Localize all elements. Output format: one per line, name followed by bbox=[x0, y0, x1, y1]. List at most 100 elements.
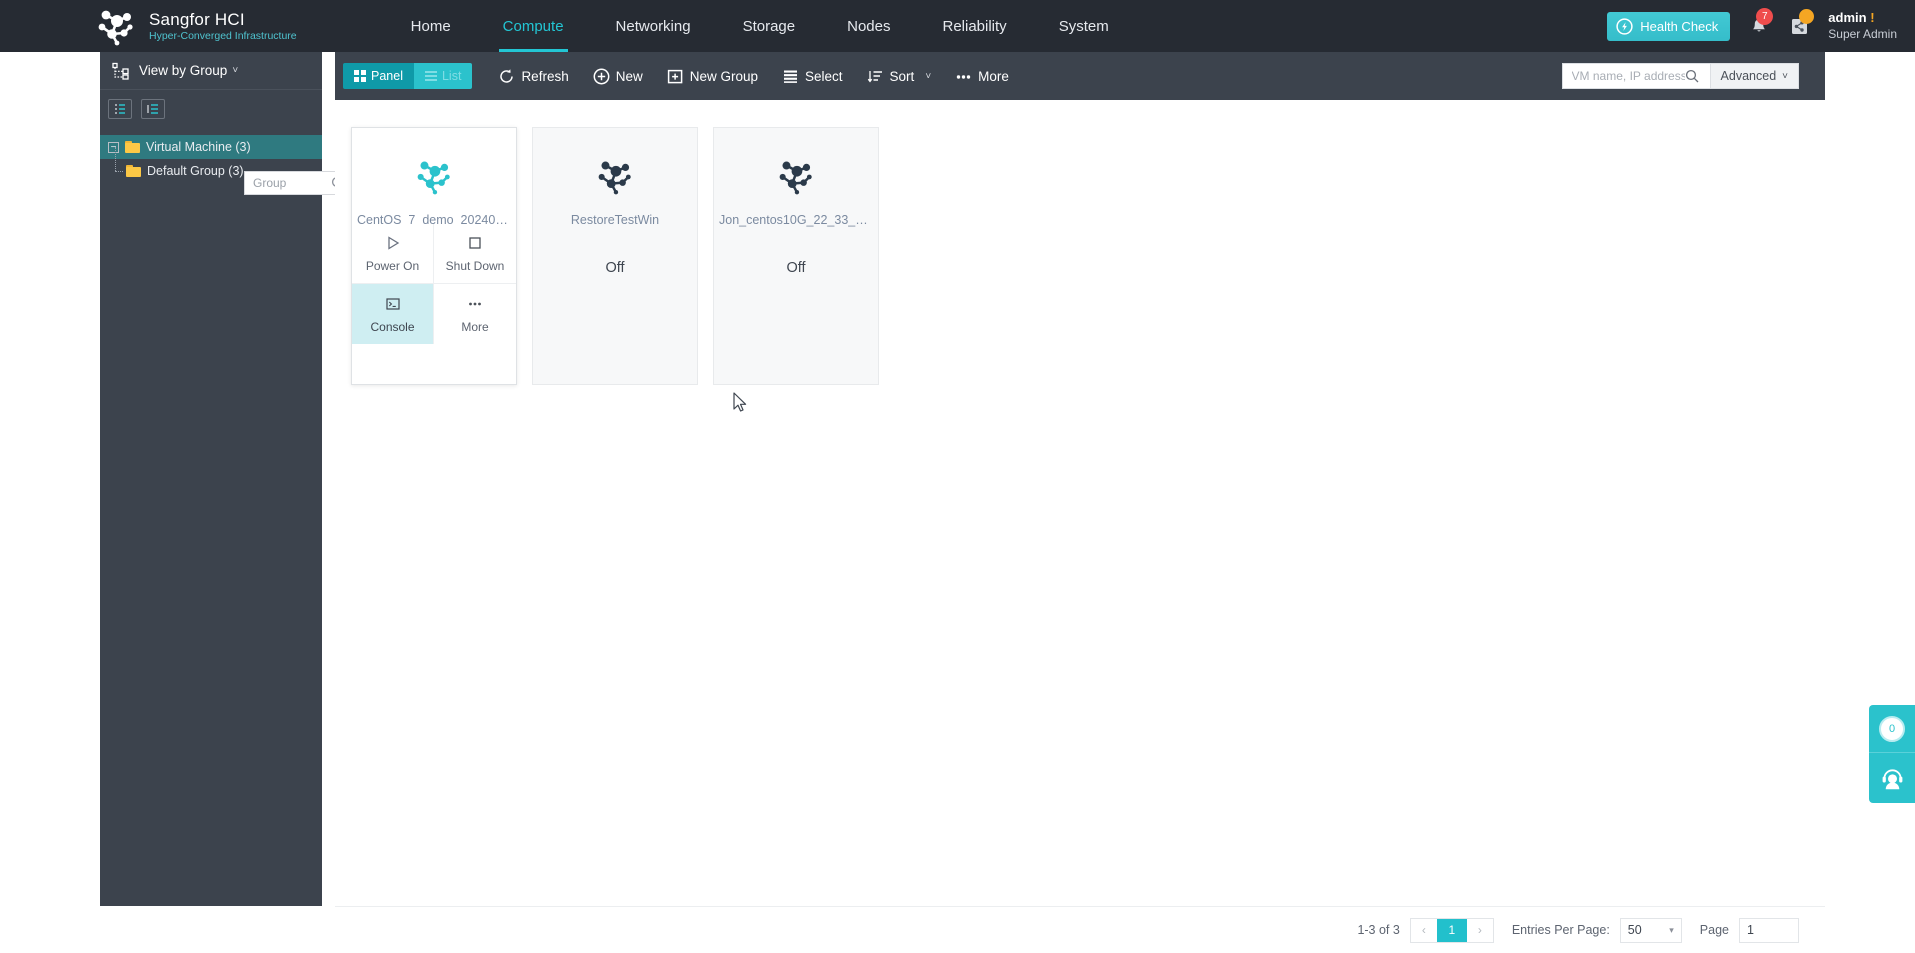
sort-button[interactable]: Sort ˅ bbox=[855, 59, 944, 93]
refresh-button[interactable]: Refresh bbox=[486, 59, 580, 93]
expand-tree-icon[interactable] bbox=[108, 98, 132, 119]
user-role: Super Admin bbox=[1828, 27, 1897, 41]
view-by-group-label: View by Group bbox=[139, 63, 228, 78]
messages-button[interactable] bbox=[1788, 9, 1815, 39]
vm-molecule-icon bbox=[598, 161, 631, 195]
vm-action-label: More bbox=[461, 319, 489, 334]
user-name: admin bbox=[1828, 10, 1867, 25]
advanced-search-button[interactable]: Advanced ˅ bbox=[1709, 63, 1799, 89]
pager: ‹ 1 › bbox=[1409, 917, 1494, 943]
mouse-cursor bbox=[733, 392, 747, 412]
counter-circle-icon: 0 bbox=[1879, 715, 1905, 742]
select-rows-icon bbox=[782, 68, 799, 85]
terminal-icon bbox=[384, 295, 402, 313]
vm-action-power-on[interactable]: Power On bbox=[352, 224, 434, 284]
vm-power-state: Off bbox=[786, 260, 806, 276]
group-tree-icon bbox=[112, 62, 130, 80]
vm-card[interactable]: CentOS_7_demo_20240227... Power On Shut … bbox=[351, 127, 517, 385]
entries-per-page-label: Entries Per Page: bbox=[1511, 923, 1610, 937]
sort-label: Sort bbox=[889, 68, 915, 84]
chevron-down-icon: ˅ bbox=[1782, 70, 1788, 82]
prev-page-button[interactable]: ‹ bbox=[1411, 919, 1437, 942]
plus-circle-icon bbox=[593, 68, 610, 85]
user-alert-mark: ! bbox=[1870, 10, 1875, 25]
entries-per-page-select[interactable]: 50 ▾ bbox=[1619, 917, 1682, 943]
vm-power-state: Off bbox=[605, 260, 625, 276]
nav-item-networking[interactable]: Networking bbox=[590, 0, 717, 52]
view-by-group-selector[interactable]: View by Group ˅ bbox=[100, 52, 322, 90]
new-group-label: New Group bbox=[689, 68, 759, 84]
vm-action-label: Console bbox=[370, 319, 415, 334]
collapse-tree-icon[interactable] bbox=[141, 98, 165, 119]
top-header: Sangfor HCI Hyper-Converged Infrastructu… bbox=[0, 0, 1915, 52]
vm-search-input[interactable] bbox=[1571, 69, 1685, 83]
vm-action-console[interactable]: Console bbox=[352, 284, 434, 344]
vm-name[interactable]: Jon_centos10G_22_33_202... bbox=[714, 213, 878, 227]
vm-action-label: Power On bbox=[365, 259, 420, 273]
new-vm-button[interactable]: New bbox=[581, 59, 655, 93]
vm-molecule-icon bbox=[417, 161, 450, 195]
page-label: Page bbox=[1699, 923, 1729, 937]
vm-search-box[interactable] bbox=[1561, 63, 1710, 89]
vm-icon-area bbox=[714, 128, 878, 200]
nav-item-compute[interactable]: Compute bbox=[477, 0, 590, 52]
folder-icon bbox=[126, 165, 141, 177]
tree-node-default-group[interactable]: Default Group (3) bbox=[100, 147, 322, 183]
user-menu[interactable]: admin ! Super Admin bbox=[1828, 10, 1897, 42]
advanced-label: Advanced bbox=[1720, 69, 1777, 83]
vm-search-area: Advanced ˅ bbox=[1561, 63, 1799, 89]
entry-range-label: 1-3 of 3 bbox=[1357, 923, 1400, 937]
vm-card[interactable]: Jon_centos10G_22_33_202... Off bbox=[713, 127, 879, 385]
sort-icon bbox=[867, 68, 884, 85]
more-button[interactable]: More bbox=[943, 59, 1021, 93]
vm-name[interactable]: RestoreTestWin bbox=[533, 213, 697, 227]
view-mode-panel-button[interactable]: Panel bbox=[343, 63, 414, 89]
nav-item-home[interactable]: Home bbox=[385, 0, 477, 52]
vm-icon-area bbox=[533, 128, 697, 200]
health-check-label: Health Check bbox=[1640, 18, 1719, 34]
nav-item-storage[interactable]: Storage bbox=[717, 0, 822, 52]
brand-title: Sangfor HCI bbox=[149, 9, 245, 29]
tree-node-virtual-machine[interactable]: − Virtual Machine (3) bbox=[100, 135, 322, 159]
nav-item-reliability[interactable]: Reliability bbox=[916, 0, 1032, 52]
vm-action-label: Shut Down bbox=[445, 259, 505, 273]
folder-icon bbox=[125, 141, 140, 153]
vm-card-grid: CentOS_7_demo_20240227... Power On Shut … bbox=[351, 127, 879, 385]
view-mode-list-label: List bbox=[441, 69, 462, 83]
new-vm-label: New bbox=[615, 68, 643, 84]
ellipsis-icon bbox=[466, 295, 484, 313]
vm-action-more[interactable]: More bbox=[434, 284, 516, 344]
page-number-input[interactable] bbox=[1739, 917, 1799, 943]
grid-panel-icon bbox=[354, 70, 366, 82]
search-icon[interactable] bbox=[1685, 69, 1699, 83]
left-rail bbox=[0, 52, 100, 953]
health-check-button[interactable]: Health Check bbox=[1607, 11, 1731, 41]
refresh-icon bbox=[498, 68, 515, 85]
support-widget[interactable]: 0 bbox=[1869, 705, 1915, 803]
main-content: Panel List Refresh New New Group Select … bbox=[335, 52, 1915, 953]
select-label: Select bbox=[805, 68, 843, 84]
view-mode-switch: Panel List bbox=[343, 63, 473, 89]
main-nav: Home Compute Networking Storage Nodes Re… bbox=[385, 0, 1135, 52]
vm-action-shut-down[interactable]: Shut Down bbox=[434, 224, 516, 284]
notifications-button[interactable]: 7 bbox=[1747, 8, 1774, 39]
molecule-logo-icon bbox=[95, 5, 137, 47]
support-counter[interactable]: 0 bbox=[1869, 705, 1915, 753]
header-right: Health Check 7 admin ! Super Admin bbox=[1607, 0, 1915, 52]
next-page-button[interactable]: › bbox=[1467, 919, 1493, 942]
sidebar: View by Group ˅ − Virtual Machine (3) bbox=[100, 52, 354, 906]
nav-item-system[interactable]: System bbox=[1033, 0, 1135, 52]
view-mode-list-button[interactable]: List bbox=[413, 63, 473, 89]
view-mode-panel-label: Panel bbox=[371, 69, 403, 83]
tree-node-label: Virtual Machine (3) bbox=[146, 140, 251, 154]
support-agent-button[interactable] bbox=[1869, 753, 1915, 802]
vm-card[interactable]: RestoreTestWin Off bbox=[532, 127, 698, 385]
nav-item-nodes[interactable]: Nodes bbox=[821, 0, 916, 52]
new-group-button[interactable]: New Group bbox=[655, 59, 770, 93]
page-number-1[interactable]: 1 bbox=[1436, 918, 1467, 942]
select-button[interactable]: Select bbox=[770, 59, 855, 93]
refresh-label: Refresh bbox=[521, 68, 569, 84]
more-label: More bbox=[978, 68, 1009, 84]
brand: Sangfor HCI Hyper-Converged Infrastructu… bbox=[95, 5, 297, 47]
collapse-expander-icon[interactable]: − bbox=[108, 141, 119, 153]
